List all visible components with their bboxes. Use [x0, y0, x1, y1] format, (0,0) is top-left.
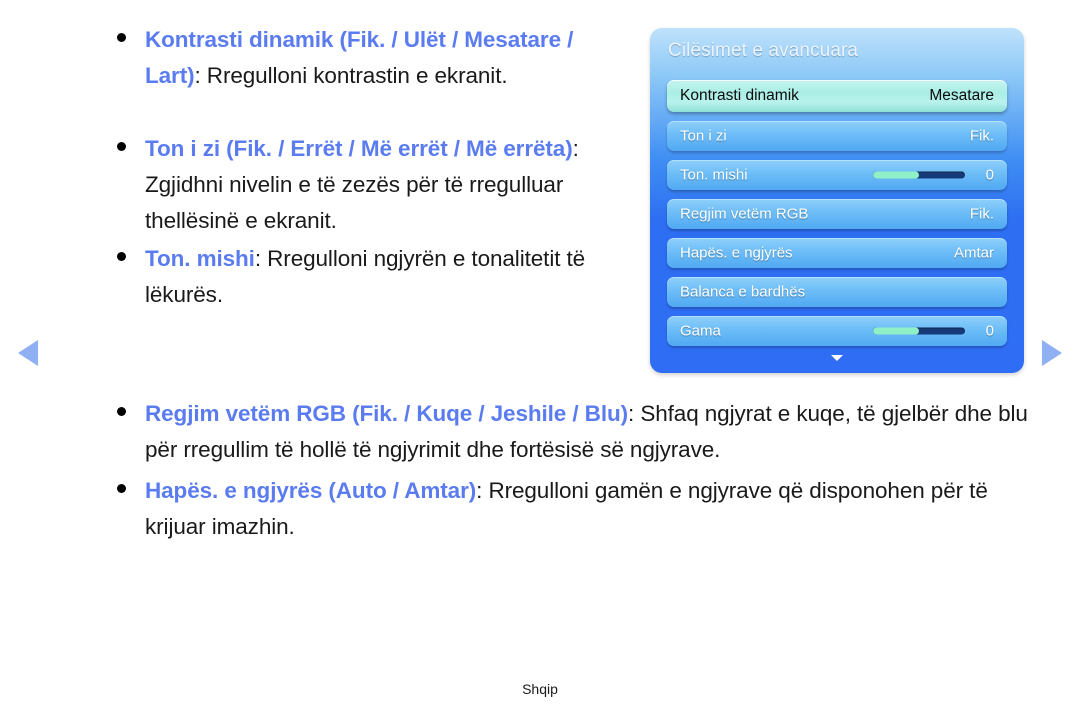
- osd-menu-item-label: Balanca e bardhës: [680, 283, 806, 301]
- chevron-down-icon[interactable]: [831, 355, 843, 361]
- osd-menu-item-value: 0: [985, 322, 994, 340]
- osd-menu-item[interactable]: Kontrasti dinamik Mesatare: [667, 80, 1007, 112]
- setting-term: Ton i zi (Fik. / Errët / Më errët / Më e…: [145, 136, 573, 161]
- osd-menu-item-value: Amtar: [953, 244, 994, 262]
- bullet-icon: [117, 252, 126, 261]
- list-item: Kontrasti dinamik (Fik. / Ulët / Mesatar…: [117, 22, 617, 94]
- list-item-text: Kontrasti dinamik (Fik. / Ulët / Mesatar…: [145, 22, 617, 94]
- page-footer-language: Shqip: [522, 681, 558, 697]
- setting-term: Ton. mishi: [145, 246, 255, 271]
- osd-menu-item-value: Fik.: [969, 205, 994, 223]
- list-item: Regjim vetëm RGB (Fik. / Kuqe / Jeshile …: [117, 396, 1047, 468]
- list-item: Ton. mishi: Rregulloni ngjyrën e tonalit…: [117, 241, 617, 313]
- previous-page-arrow-icon[interactable]: [18, 340, 38, 366]
- next-page-arrow-icon[interactable]: [1042, 340, 1062, 366]
- osd-menu-item-label: Hapës. e ngjyrës: [680, 244, 793, 262]
- osd-slider-fill: [873, 171, 919, 179]
- osd-menu-item-value: Mesatare: [929, 87, 994, 104]
- setting-term: Regjim vetëm RGB (Fik. / Kuqe / Jeshile …: [145, 401, 629, 426]
- list-item-text: Hapës. e ngjyrës (Auto / Amtar): Rregull…: [145, 473, 1047, 545]
- osd-menu-item-label: Ton. mishi: [680, 166, 748, 184]
- osd-menu-item[interactable]: Ton i zi Fik.: [667, 121, 1007, 151]
- osd-menu-item-label: Regjim vetëm RGB: [680, 205, 809, 223]
- osd-slider-track[interactable]: [873, 171, 965, 179]
- osd-menu-item[interactable]: Regjim vetëm RGB Fik.: [667, 199, 1007, 229]
- osd-menu-item[interactable]: Gama 0: [667, 316, 1007, 346]
- tv-osd-panel: Cilësimet e avancuara Kontrasti dinamik M…: [650, 28, 1024, 373]
- osd-slider-fill: [873, 327, 919, 335]
- bullet-icon: [117, 407, 126, 416]
- osd-menu-list: Kontrasti dinamik Mesatare Ton i zi Fik. Ton…: [667, 80, 1007, 355]
- osd-slider-track[interactable]: [873, 327, 965, 335]
- osd-menu-item-value: Fik.: [969, 127, 994, 145]
- osd-menu-item-value: 0: [985, 166, 994, 184]
- setting-term: Hapës. e ngjyrës (Auto / Amtar): [145, 478, 477, 503]
- osd-menu-item[interactable]: Balanca e bardhës: [667, 277, 1007, 307]
- osd-menu-item[interactable]: Hapës. e ngjyrës Amtar: [667, 238, 1007, 268]
- list-item: Hapës. e ngjyrës (Auto / Amtar): Rregull…: [117, 473, 1047, 545]
- bullet-icon: [117, 484, 126, 493]
- list-item-text: Ton. mishi: Rregulloni ngjyrën e tonalit…: [145, 241, 617, 313]
- bullet-icon: [117, 142, 126, 151]
- osd-panel-title: Cilësimet e avancuara: [668, 40, 859, 61]
- list-item: Ton i zi (Fik. / Errët / Më errët / Më e…: [117, 131, 617, 239]
- list-item-text: Regjim vetëm RGB (Fik. / Kuqe / Jeshile …: [145, 396, 1047, 468]
- bullet-icon: [117, 33, 126, 42]
- osd-menu-item-label: Gama: [680, 322, 721, 340]
- list-item-text: Ton i zi (Fik. / Errët / Më errët / Më e…: [145, 131, 617, 239]
- osd-menu-item-label: Ton i zi: [680, 127, 727, 145]
- osd-menu-item[interactable]: Ton. mishi 0: [667, 160, 1007, 190]
- setting-description: : Rregulloni kontrastin e ekranit.: [194, 63, 508, 88]
- osd-menu-item-label: Kontrasti dinamik: [680, 87, 799, 104]
